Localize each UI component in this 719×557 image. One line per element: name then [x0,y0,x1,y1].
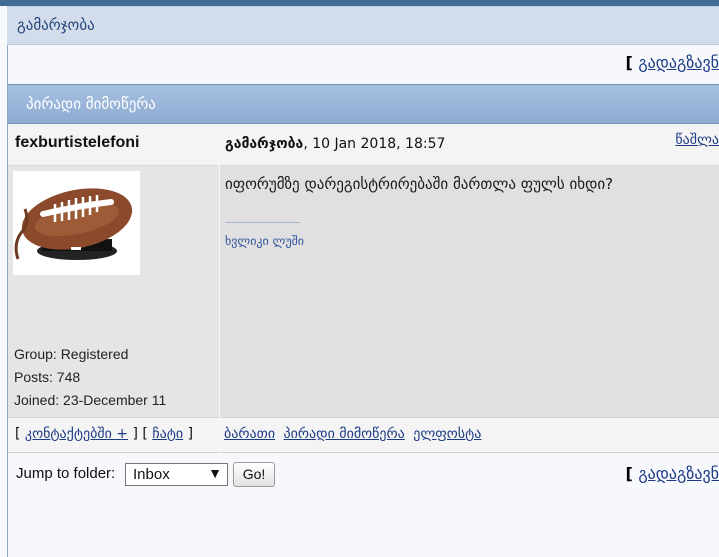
profile-card-link[interactable]: ბარათი [224,426,275,442]
message-action-links: ბარათი პირადი მიმოწერა ელფოსტა [224,426,485,442]
american-football-phone-icon [13,171,140,275]
jump-to-folder-label: Jump to folder: [16,465,116,482]
section-title: გამარჯობა [17,16,95,34]
private-messages-header: პირადი მიმოწერა [8,84,719,124]
author-cell: fexburtistelefoni [8,124,219,166]
author-name[interactable]: fexburtistelefoni [15,134,139,152]
private-messages-title: პირადი მიმოწერა [26,95,156,113]
top-reply-bracket: [ [625,53,639,72]
author-joined: Joined: 23-December 11 [14,392,167,408]
contacts-middle-bracket: ] [ [132,426,148,442]
message-meta-line: გამარჯობა, 10 Jan 2018, 18:57 [225,136,445,152]
go-button[interactable]: Go! [233,462,275,487]
section-header: გამარჯობა [7,6,719,45]
bottom-reply-control[interactable]: [ გადაგზავნ [625,464,719,483]
message-actions: ბარათი პირადი მიმოწერა ელფოსტა [220,417,719,453]
folder-select[interactable]: Inbox ▼ [125,463,228,486]
message-date: , 10 Jan 2018, 18:57 [303,136,446,152]
chevron-down-icon: ▼ [208,465,222,481]
message-body: იფორუმზე დარეგისტრირებაში მართლა ფულს იხ… [225,175,614,193]
message-subject: გამარჯობა [225,136,304,152]
bottom-reply-link[interactable]: გადაგზავნ [638,464,719,483]
folder-select-value: Inbox [133,466,170,483]
signature-divider [225,222,300,223]
bottom-reply-bracket: [ [625,464,639,483]
author-avatar[interactable] [13,171,140,275]
chat-link[interactable]: ჩატი [152,426,183,442]
add-contact-link[interactable]: კონტაქტებში + [25,426,128,442]
author-profile: Group: Registered Posts: 748 Joined: 23-… [8,166,219,417]
top-reply-control[interactable]: [ გადაგზავნ [625,53,719,72]
top-reply-link[interactable]: გადაგზავნ [638,53,719,72]
message-meta: გამარჯობა, 10 Jan 2018, 18:57 წაშლა [220,124,719,166]
delete-message-link[interactable]: წაშლა [675,132,719,148]
message-body-cell: იფორუმზე დარეგისტრირებაში მართლა ფულს იხ… [220,166,719,417]
message-signature: ხვლიკი ლუში [225,234,305,248]
contacts-left-bracket: [ [15,426,21,442]
contacts-right-bracket: ] [187,426,194,442]
email-link[interactable]: ელფოსტა [413,426,481,442]
author-group: Group: Registered [14,346,129,362]
author-actions: [ კონტაქტებში + ] [ ჩატი ] [8,417,219,453]
author-posts: Posts: 748 [14,369,81,385]
author-contact-links: [ კონტაქტებში + ] [ ჩატი ] [15,426,193,442]
private-message-link[interactable]: პირადი მიმოწერა [284,426,405,442]
